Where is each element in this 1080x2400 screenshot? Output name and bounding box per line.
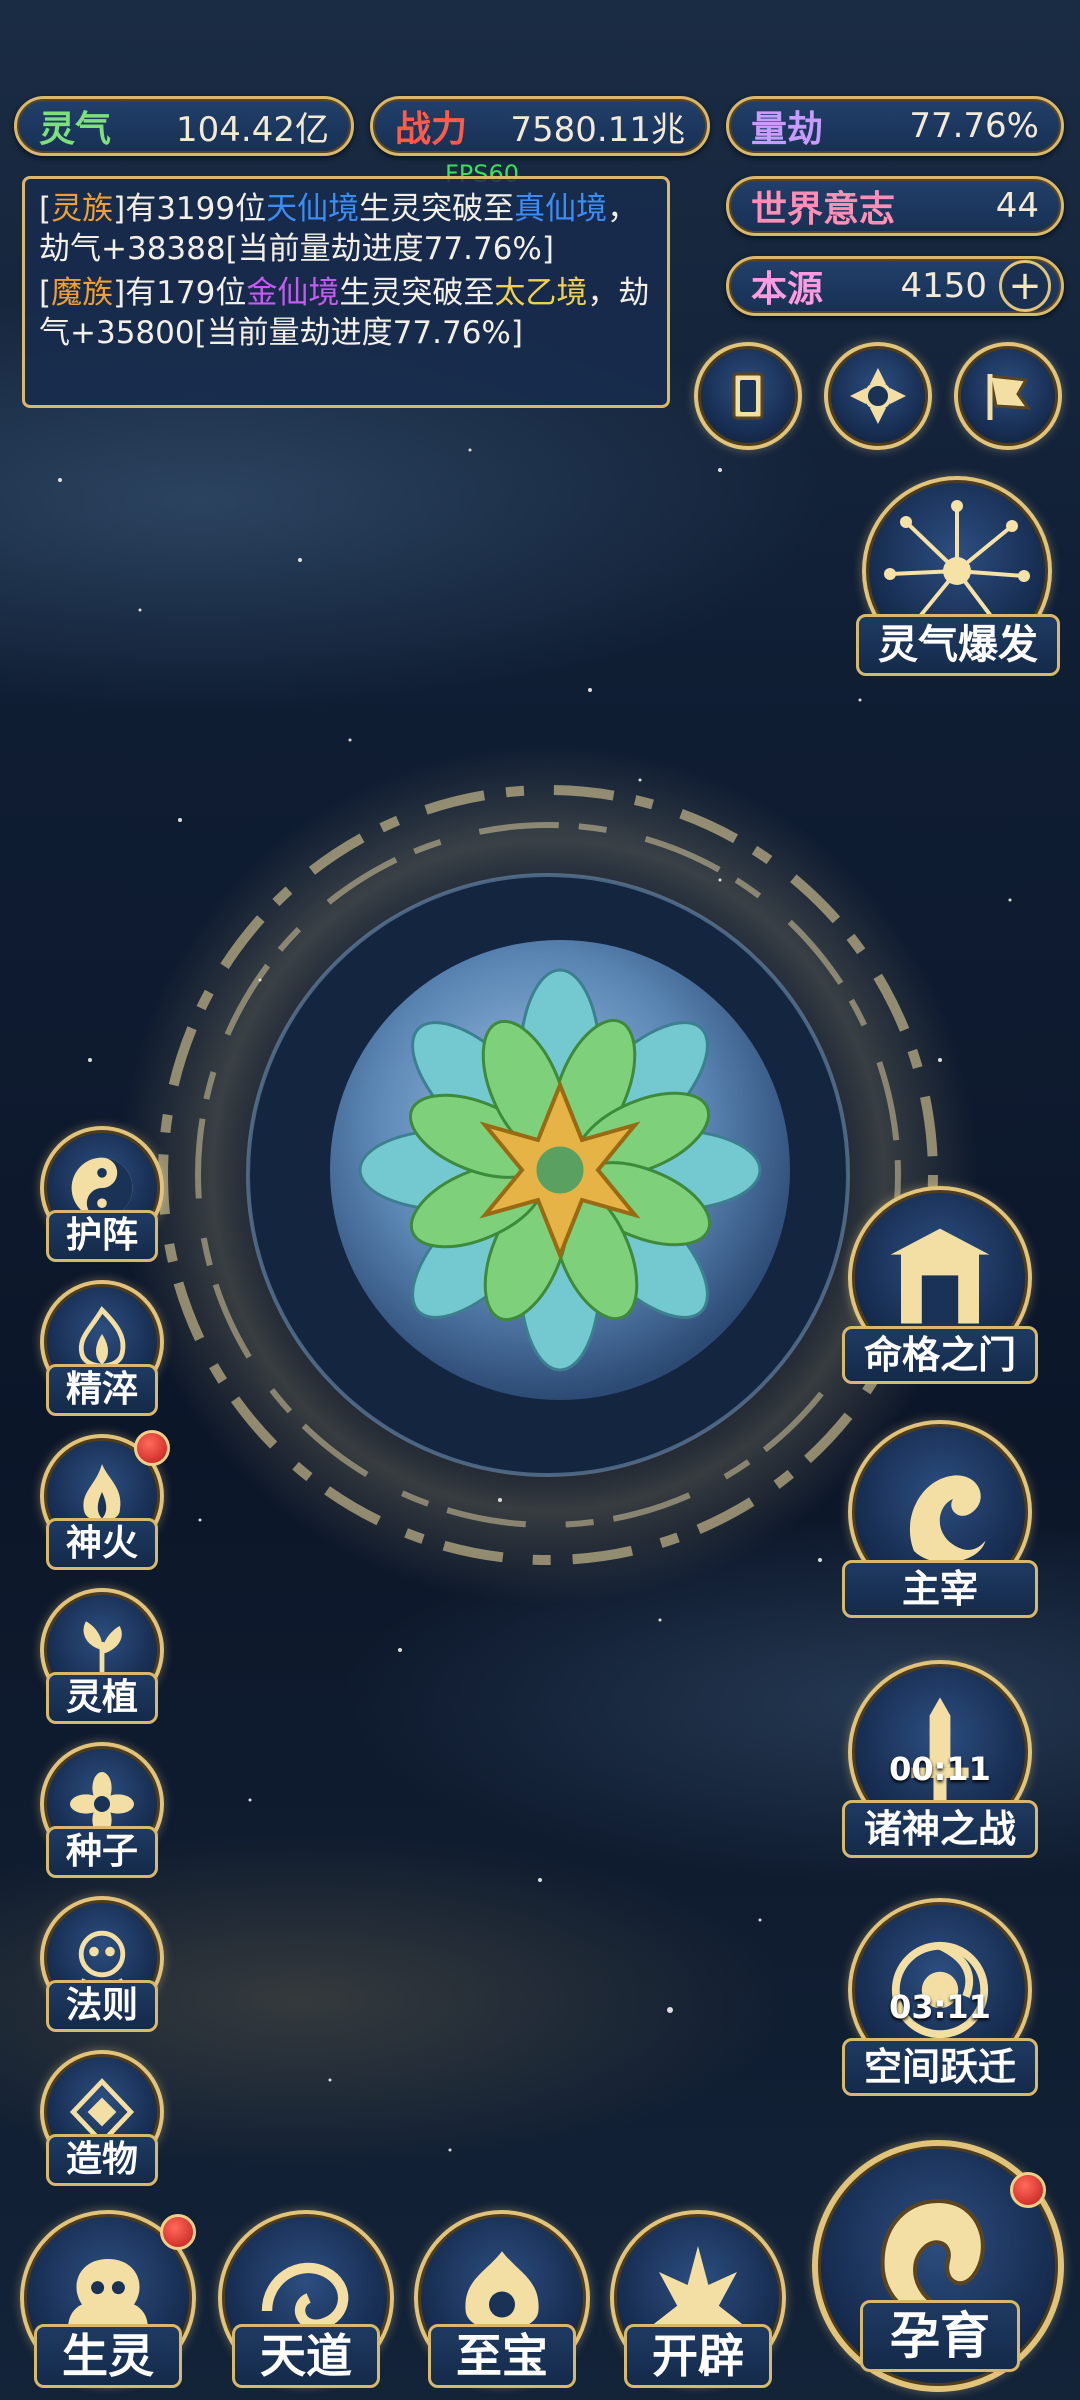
- right-menu-label: 空间跃迁: [842, 2038, 1038, 2096]
- bottom-menu-label: 天道: [232, 2324, 380, 2388]
- notification-badge: [160, 2214, 196, 2250]
- left-menu-label: 护阵: [46, 1210, 158, 1262]
- left-menu-label: 精淬: [46, 1364, 158, 1416]
- cooldown-timer: 03:11: [889, 1988, 991, 2026]
- dragon-icon: [909, 1475, 986, 1563]
- left-menu-label: 法则: [46, 1980, 158, 2032]
- notification-badge: [134, 1430, 170, 1466]
- bottom-menu-label: 开辟: [624, 2324, 772, 2388]
- breed-badge: [1010, 2172, 1046, 2208]
- left-menu-label: 灵植: [46, 1672, 158, 1724]
- bottom-menu-label: 生灵: [34, 2324, 182, 2388]
- left-menu-label: 种子: [46, 1826, 158, 1878]
- cooldown-timer: 00:11: [889, 1750, 991, 1788]
- gate-icon: [890, 1228, 990, 1324]
- left-menu-label: 神火: [46, 1518, 158, 1570]
- bottom-menu-label: 至宝: [428, 2324, 576, 2388]
- right-menu-label: 命格之门: [842, 1326, 1038, 1384]
- right-menu-label: 诸神之战: [842, 1800, 1038, 1858]
- left-menu-label: 造物: [46, 2134, 158, 2186]
- breed-label: 孕育: [860, 2300, 1020, 2372]
- right-menu-label: 主宰: [842, 1560, 1038, 1618]
